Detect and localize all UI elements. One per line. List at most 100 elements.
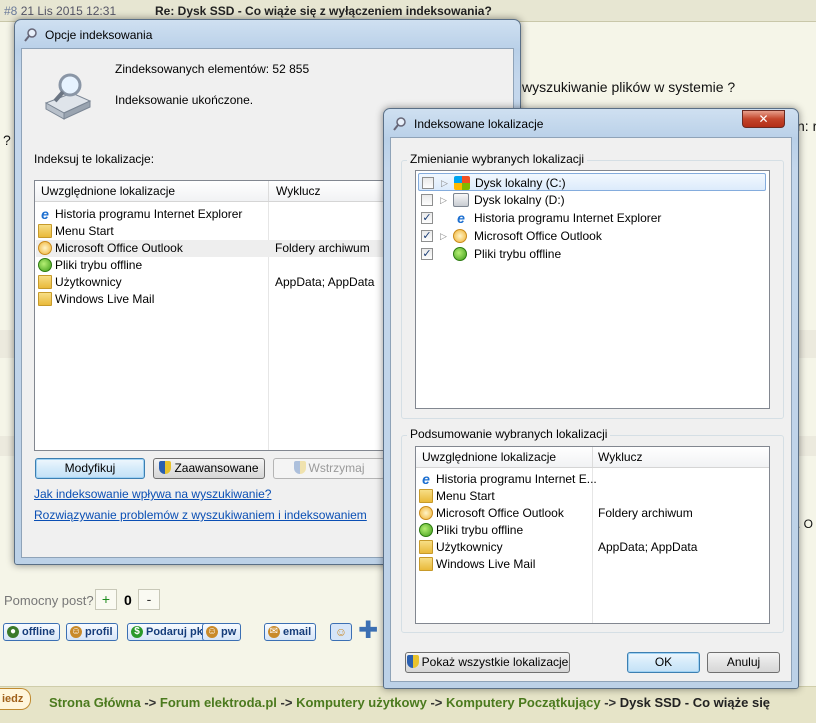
location-name: Pliki trybu offline: [55, 258, 143, 272]
cancel-button[interactable]: Anuluj: [707, 652, 780, 673]
uac-shield-icon: [293, 461, 306, 474]
advanced-button-label: Zaawansowane: [174, 461, 259, 475]
list-item[interactable]: Menu Start: [36, 223, 414, 240]
expand-arrow-icon[interactable]: ▷: [440, 227, 447, 245]
breadcrumb-beginners-link[interactable]: Komputery Początkujący: [446, 695, 601, 710]
status-icon: ●: [7, 626, 19, 638]
column-header-exclude[interactable]: Wyklucz: [276, 184, 321, 198]
list-item[interactable]: Windows Live Mail: [36, 291, 414, 308]
location-name: Pliki trybu offline: [436, 523, 524, 537]
tree-item-outlook[interactable]: ✓ ▷ Microsoft Office Outlook: [418, 227, 766, 245]
userbar-profile-label: profil: [85, 626, 113, 638]
list-item[interactable]: Microsoft Office Outlook Foldery archiwum: [36, 240, 414, 257]
userbar-profile-button[interactable]: ☺ profil: [66, 623, 118, 641]
breadcrumb-topic: Dysk SSD - Co wiąże się: [619, 695, 771, 710]
list-item[interactable]: e Historia programu Internet E...: [417, 471, 770, 488]
list-item[interactable]: Pliki trybu offline: [36, 257, 414, 274]
ok-button[interactable]: OK: [627, 652, 700, 673]
tree-item-drive-d[interactable]: ▷ Dysk lokalny (D:): [418, 191, 766, 209]
location-name: Windows Live Mail: [436, 557, 536, 571]
list-item[interactable]: Pliki trybu offline: [417, 522, 770, 539]
location-checkbox[interactable]: [421, 194, 433, 206]
tree-item-label: Pliki trybu offline: [474, 247, 562, 261]
list-item[interactable]: Microsoft Office Outlook Foldery archiwum: [417, 505, 770, 522]
window-title-text: Indeksowane lokalizacje: [414, 117, 544, 131]
folder-icon: [38, 224, 52, 238]
post-number[interactable]: #8: [4, 4, 17, 18]
userbar-offline-button[interactable]: ● offline: [3, 623, 60, 641]
breadcrumb-separator: ->: [600, 695, 620, 710]
post-text-question: wyszukiwanie plików w systemie ?: [522, 79, 736, 95]
ie-icon: e: [457, 210, 465, 226]
breadcrumb-forum-link[interactable]: Forum elektroda.pl: [160, 695, 277, 710]
column-divider[interactable]: [268, 181, 269, 201]
location-checkbox[interactable]: ✓: [421, 212, 433, 224]
location-exclude: AppData; AppData: [275, 275, 375, 289]
breadcrumb-computers-link[interactable]: Komputery użytkowy: [296, 695, 427, 710]
troubleshoot-link[interactable]: Rozwiązywanie problemów z wyszukiwaniem …: [34, 508, 367, 522]
tree-item-drive-c[interactable]: ▷ Dysk lokalny (C:): [418, 173, 766, 191]
vote-minus-button[interactable]: -: [138, 589, 160, 610]
magnifier-icon: [24, 28, 37, 42]
offline-files-icon: [38, 258, 52, 272]
list-item[interactable]: Użytkownicy AppData; AppData: [36, 274, 414, 291]
indexed-count: Zindeksowanych elementów: 52 855: [115, 62, 310, 76]
tree-item-offline-files[interactable]: ✓ Pliki trybu offline: [418, 245, 766, 263]
pill-button[interactable]: iedz: [0, 688, 31, 710]
folder-icon: [419, 557, 433, 571]
close-button[interactable]: ✕: [742, 110, 785, 128]
column-header-included[interactable]: Uwzględnione lokalizacje: [41, 184, 175, 198]
column-header-exclude[interactable]: Wyklucz: [598, 450, 643, 464]
post-title: Re: Dysk SSD - Co wiąże się z wyłączenie…: [155, 4, 492, 18]
show-all-locations-button[interactable]: Pokaż wszystkie lokalizacje: [405, 652, 570, 673]
tree-item-ie-history[interactable]: ✓ e Historia programu Internet Explorer: [418, 209, 766, 227]
modify-button[interactable]: Modyfikuj: [35, 458, 145, 479]
window-title-text: Opcje indeksowania: [45, 28, 153, 42]
advanced-button[interactable]: Zaawansowane: [153, 458, 265, 479]
vote-count: 0: [124, 592, 132, 608]
index-locations-list[interactable]: Uwzględnione lokalizacje Wyklucz e Histor…: [34, 180, 414, 451]
pause-button[interactable]: Wstrzymaj: [273, 458, 385, 479]
offline-files-icon: [419, 523, 433, 537]
folder-icon: [419, 489, 433, 503]
summary-list[interactable]: Uwzględnione lokalizacje Wyklucz e Histor…: [415, 446, 770, 624]
breadcrumb: Strona Główna -> Forum elektroda.pl -> K…: [49, 695, 770, 710]
location-name: Historia programu Internet E...: [436, 472, 597, 486]
location-name: Microsoft Office Outlook: [436, 506, 564, 520]
change-locations-label: Zmienianie wybranych lokalizacji: [407, 152, 588, 166]
location-checkbox[interactable]: ✓: [421, 248, 433, 260]
list-item[interactable]: Użytkownicy AppData; AppData: [417, 539, 770, 556]
list-header: Uwzględnione lokalizacje Wyklucz: [416, 447, 769, 468]
userbar-pm-button[interactable]: ☺ pw: [202, 623, 242, 641]
indexed-locations-window: Indeksowane lokalizacje ✕ Zmienianie wyb…: [383, 108, 799, 689]
location-checkbox[interactable]: ✓: [421, 230, 433, 242]
users-icon[interactable]: ☺: [330, 623, 352, 641]
post-text-question-mark: ?: [3, 132, 11, 148]
location-name: Historia programu Internet Explorer: [55, 207, 243, 221]
uac-shield-icon: [159, 461, 172, 474]
locations-tree[interactable]: ▷ Dysk lokalny (C:) ▷ Dysk lokalny (D:) …: [415, 170, 770, 409]
expand-arrow-icon[interactable]: ▷: [440, 191, 447, 209]
vote-plus-button[interactable]: +: [95, 589, 117, 610]
expand-arrow-icon[interactable]: ▷: [441, 174, 448, 192]
folder-icon: [38, 292, 52, 306]
list-item[interactable]: e Historia programu Internet Explorer: [36, 206, 414, 223]
uac-shield-icon: [406, 655, 419, 668]
list-item[interactable]: Windows Live Mail: [417, 556, 770, 573]
column-header-included[interactable]: Uwzględnione lokalizacje: [422, 450, 556, 464]
plus-icon[interactable]: ✚: [358, 619, 382, 643]
column-divider[interactable]: [592, 447, 593, 467]
list-item[interactable]: Menu Start: [417, 488, 770, 505]
search-effect-link[interactable]: Jak indeksowanie wpływa na wyszukiwanie?: [34, 487, 271, 501]
location-checkbox[interactable]: [422, 177, 434, 189]
userbar-offline-label: offline: [22, 626, 55, 638]
indexing-status: Indeksowanie ukończone.: [115, 93, 254, 107]
breadcrumb-separator: ->: [140, 695, 160, 710]
userbar-email-button[interactable]: ✉ email: [264, 623, 317, 641]
userbar-points-button[interactable]: $ Podaruj pkt: [127, 623, 212, 641]
post-text-fragment: n: r: [797, 118, 816, 134]
location-name: Użytkownicy: [55, 275, 122, 289]
post-date: 21 Lis 2015 12:31: [20, 4, 117, 18]
tree-item-label: Dysk lokalny (C:): [475, 176, 566, 190]
breadcrumb-home-link[interactable]: Strona Główna: [49, 695, 141, 710]
